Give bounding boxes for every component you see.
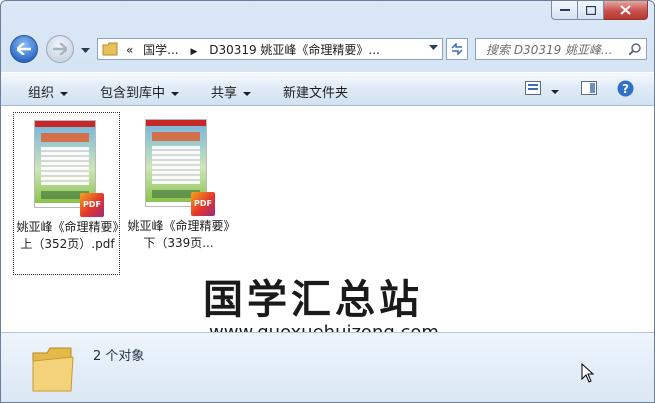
- minimize-button[interactable]: [551, 1, 578, 20]
- caption-buttons: [551, 1, 648, 20]
- folder-icon: [102, 42, 118, 56]
- file-name: 姚亚峰《命理精要》下（339页...: [127, 219, 230, 250]
- maximize-button[interactable]: [578, 1, 604, 20]
- breadcrumb-item[interactable]: D30319 姚亚峰《命理精要》...: [209, 43, 380, 57]
- refresh-icon: [451, 43, 463, 55]
- organize-menu[interactable]: 组织: [28, 82, 69, 101]
- forward-button[interactable]: [46, 35, 74, 63]
- item-count: 2 个对象: [93, 349, 145, 364]
- search-input[interactable]: 搜索 D30319 姚亚峰...: [475, 38, 647, 60]
- new-folder-label: 新建文件夹: [283, 86, 349, 101]
- command-bar: 组织 包含到库中 共享 新建文件夹 ?: [1, 72, 654, 106]
- arrow-left-icon: [17, 43, 31, 55]
- include-in-library-menu[interactable]: 包含到库中: [100, 82, 180, 101]
- chevron-down-icon: [171, 91, 180, 96]
- arrow-right-icon: [53, 43, 67, 55]
- include-in-library-label: 包含到库中: [100, 86, 166, 101]
- close-button[interactable]: [604, 1, 648, 20]
- view-icon: [525, 81, 541, 95]
- share-menu[interactable]: 共享: [211, 82, 252, 101]
- file-item[interactable]: PDF 姚亚峰《命理精要》上（352页）.pdf: [13, 112, 120, 275]
- preview-pane-icon: [581, 81, 597, 95]
- svg-text:?: ?: [622, 82, 629, 96]
- address-bar[interactable]: « 国学... ▶ D30319 姚亚峰《命理精要》...: [97, 38, 443, 60]
- chevron-down-icon: [60, 91, 69, 96]
- file-list[interactable]: PDF 姚亚峰《命理精要》上（352页）.pdf PDF 姚亚峰《命理精要》下（…: [1, 106, 654, 343]
- recent-pages-dropdown[interactable]: [81, 43, 90, 57]
- refresh-button[interactable]: [446, 38, 468, 60]
- organize-label: 组织: [28, 86, 55, 101]
- folder-large-icon: [32, 347, 74, 392]
- search-placeholder: 搜索 D30319 姚亚峰...: [486, 42, 613, 57]
- maximize-icon: [585, 5, 596, 15]
- chevron-down-icon: [243, 91, 252, 96]
- new-folder-button[interactable]: 新建文件夹: [283, 82, 348, 101]
- details-pane: 2 个对象: [1, 332, 654, 402]
- preview-pane-button[interactable]: [581, 81, 597, 99]
- file-name: 姚亚峰《命理精要》上（352页）.pdf: [16, 220, 119, 251]
- minimize-icon: [559, 9, 570, 11]
- help-button[interactable]: ?: [617, 80, 634, 101]
- chevron-down-icon: [551, 89, 560, 94]
- file-item[interactable]: PDF 姚亚峰《命理精要》下（339页...: [125, 112, 232, 275]
- pdf-badge-icon: PDF: [80, 193, 104, 217]
- navigation-bar: « 国学... ▶ D30319 姚亚峰《命理精要》... 搜索 D30319 …: [1, 33, 654, 67]
- watermark-title: 国学汇总站: [203, 277, 423, 323]
- chevron-down-icon: [81, 48, 90, 53]
- change-view-button[interactable]: [525, 81, 560, 99]
- address-dropdown-icon[interactable]: [429, 45, 438, 51]
- close-icon: [620, 5, 631, 15]
- breadcrumb-overflow-icon[interactable]: «: [126, 43, 133, 57]
- back-button[interactable]: [10, 35, 38, 63]
- breadcrumb-item[interactable]: 国学...: [143, 43, 178, 57]
- breadcrumb-separator-icon[interactable]: ▶: [190, 47, 197, 57]
- share-label: 共享: [211, 86, 238, 101]
- explorer-window: « 国学... ▶ D30319 姚亚峰《命理精要》... 搜索 D30319 …: [0, 0, 655, 403]
- pdf-badge-icon: PDF: [191, 192, 215, 216]
- help-icon: ?: [617, 80, 634, 97]
- breadcrumb: « 国学... ▶ D30319 姚亚峰《命理精要》...: [126, 41, 380, 58]
- mouse-cursor-icon: [581, 363, 595, 383]
- search-icon[interactable]: [624, 43, 646, 55]
